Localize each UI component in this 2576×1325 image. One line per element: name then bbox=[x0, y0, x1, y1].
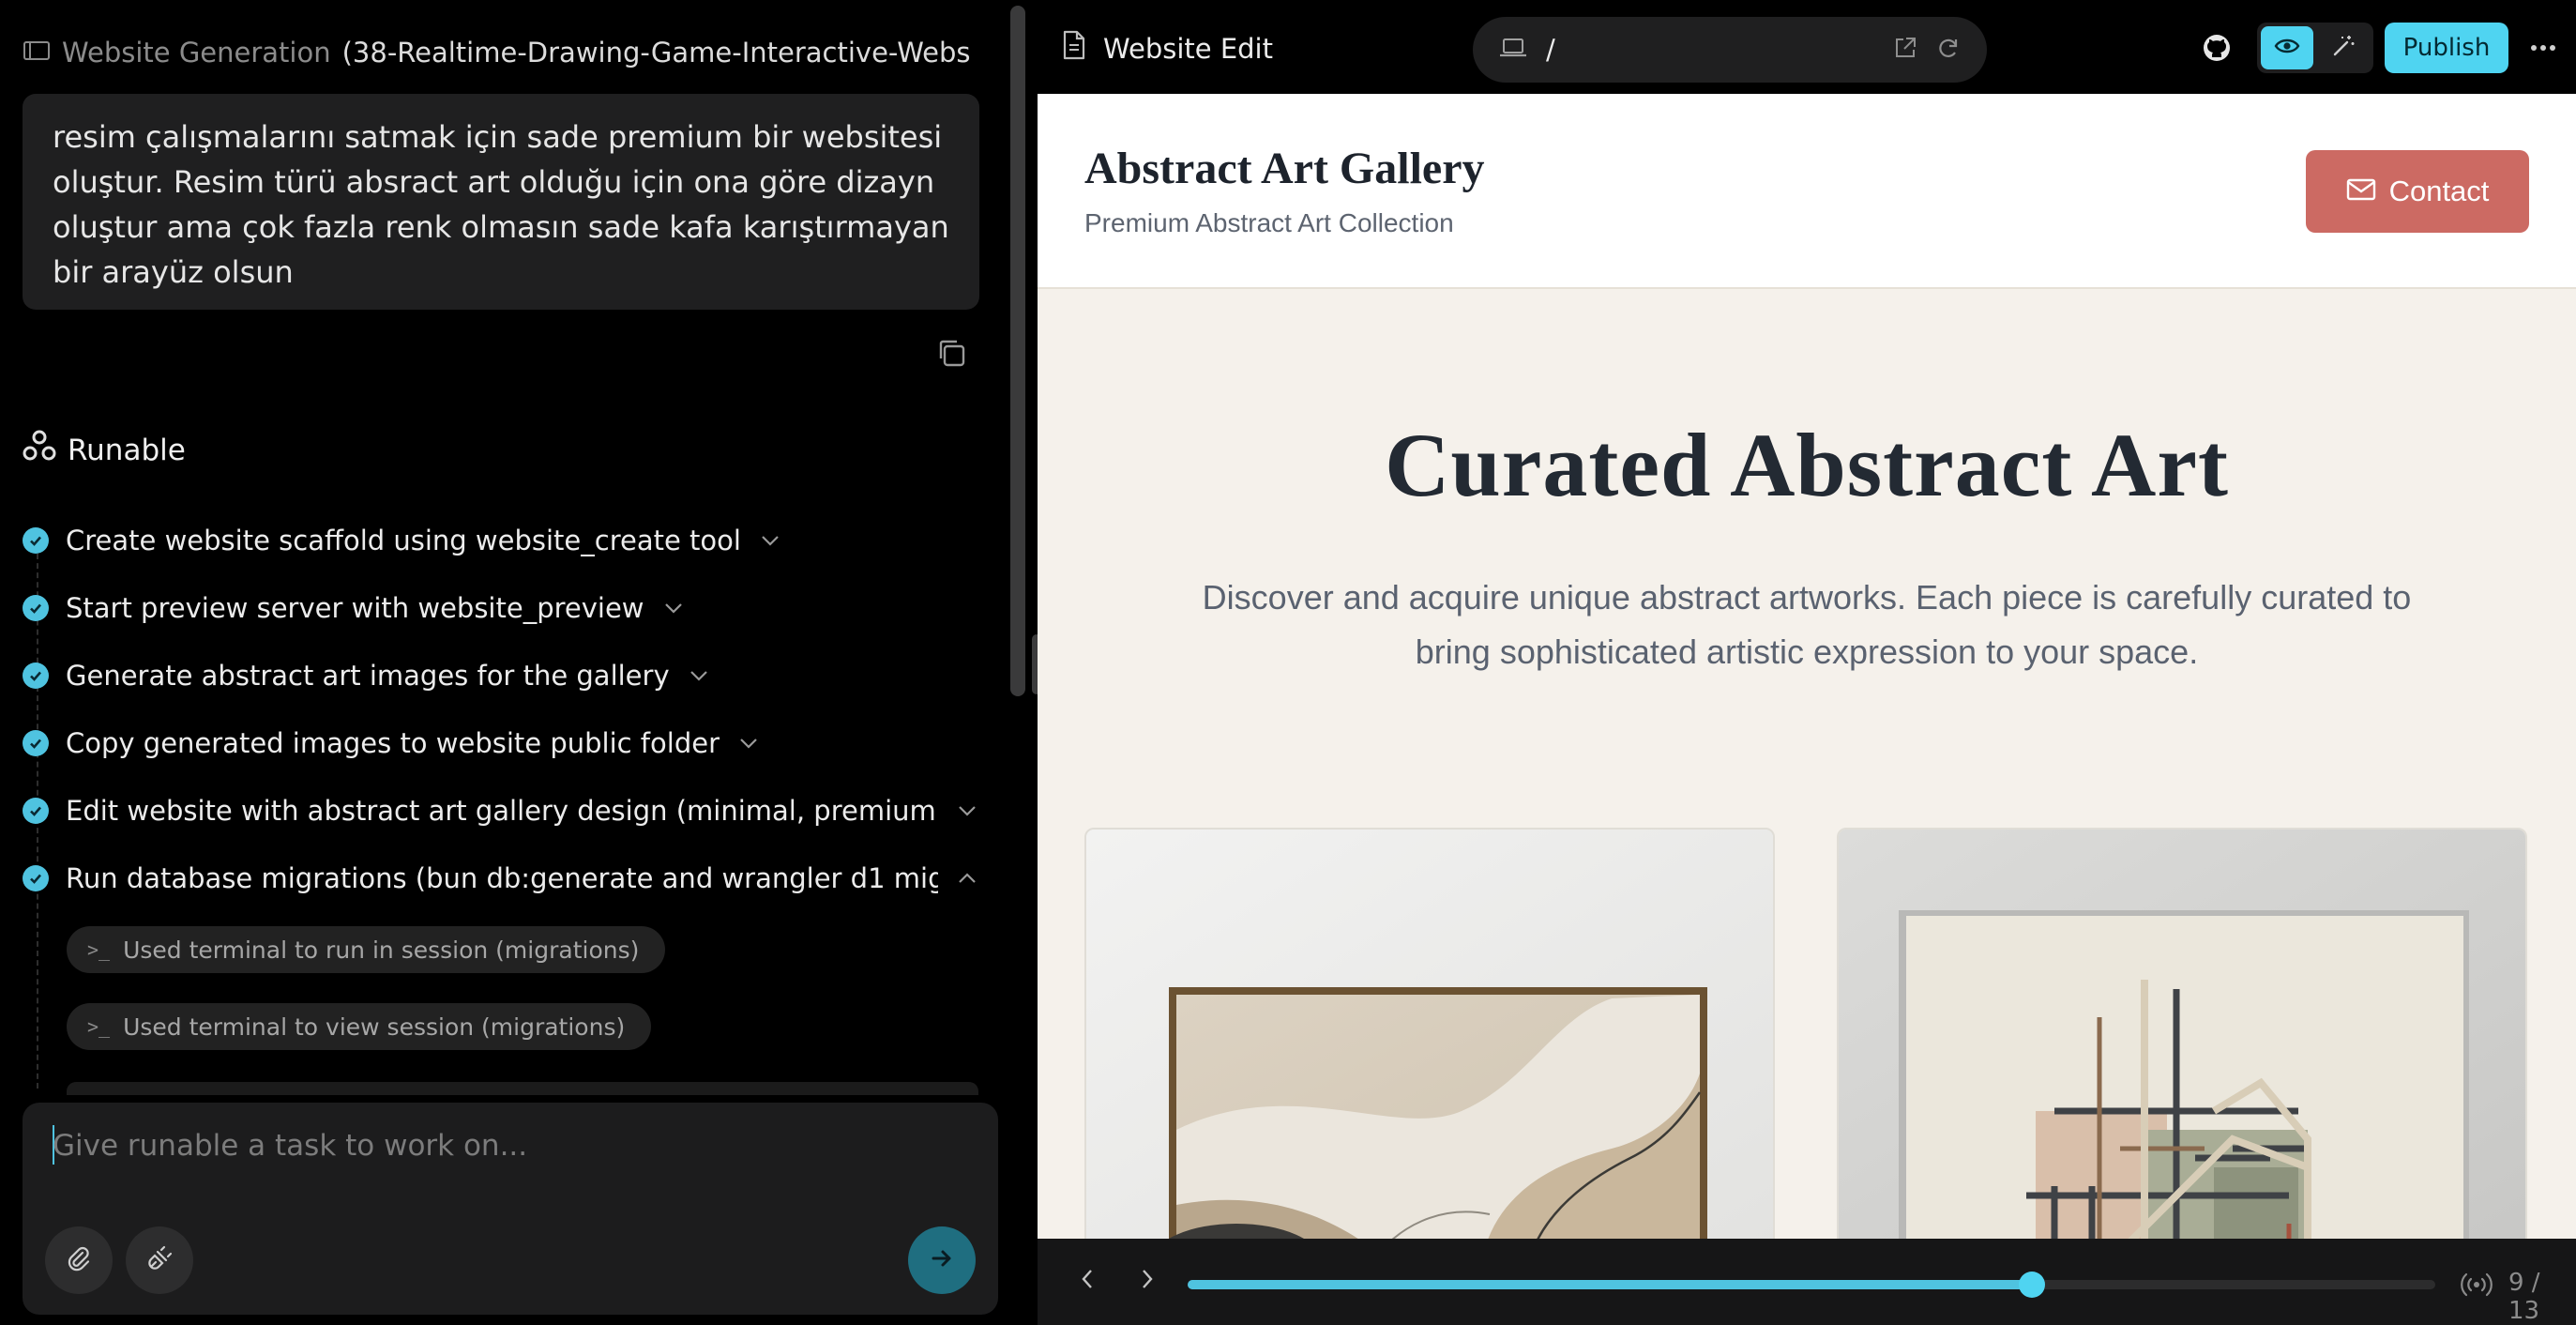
chevron-down-icon[interactable] bbox=[736, 731, 761, 755]
task-label: Create website scaffold using website_cr… bbox=[66, 525, 741, 556]
view-mode-toggle bbox=[2257, 23, 2373, 73]
editor-title-label: Website Edit bbox=[1103, 32, 1273, 65]
session-type-label: Website Generation bbox=[62, 37, 331, 69]
live-broadcast-icon[interactable] bbox=[2460, 1269, 2493, 1301]
laptop-icon[interactable] bbox=[1499, 38, 1527, 62]
playback-progress[interactable] bbox=[1188, 1272, 2435, 1298]
site-title[interactable]: Abstract Art Gallery bbox=[1084, 143, 1485, 194]
tool-call-pill[interactable]: >_ Used terminal to view session (migrat… bbox=[67, 1003, 652, 1050]
composer-placeholder[interactable]: Give runable a task to work on... bbox=[53, 1129, 527, 1163]
tool-call-pill-partial bbox=[67, 1082, 978, 1095]
chevron-down-icon[interactable] bbox=[687, 663, 711, 688]
task-label: Run database migrations (bun db:generate… bbox=[66, 862, 938, 894]
user-message: resim çalışmalarını satmak için sade pre… bbox=[23, 94, 979, 310]
artwork-card[interactable] bbox=[1837, 828, 2527, 1239]
tool-call-label: Used terminal to run in session (migrati… bbox=[123, 936, 640, 964]
url-bar[interactable]: / bbox=[1473, 17, 1987, 83]
artwork-image bbox=[1086, 830, 1773, 1239]
step-counter: 9 / 13 bbox=[2508, 1269, 2540, 1325]
contact-button-label: Contact bbox=[2388, 175, 2490, 207]
task-label: Copy generated images to website public … bbox=[66, 727, 720, 759]
task-item[interactable]: Start preview server with website_previe… bbox=[23, 587, 686, 629]
copy-icon[interactable] bbox=[934, 336, 968, 370]
site-subtitle: Premium Abstract Art Collection bbox=[1084, 208, 1454, 237]
task-label: Edit website with abstract art gallery d… bbox=[66, 795, 938, 827]
previous-step-button[interactable] bbox=[1073, 1267, 1101, 1295]
chevron-up-icon[interactable] bbox=[955, 866, 979, 891]
task-item[interactable]: Run database migrations (bun db:generate… bbox=[23, 858, 979, 899]
website-preview: Abstract Art Gallery Premium Abstract Ar… bbox=[1038, 94, 2576, 1239]
external-link-icon[interactable] bbox=[1893, 36, 1917, 64]
paperclip-icon bbox=[65, 1244, 93, 1276]
integrations-button[interactable] bbox=[126, 1226, 193, 1294]
preview-mode-button[interactable] bbox=[2261, 26, 2313, 69]
playback-progress-fill bbox=[1188, 1280, 2033, 1289]
tool-call-pill[interactable]: >_ Used terminal to run in session (migr… bbox=[67, 926, 666, 973]
chevron-down-icon[interactable] bbox=[758, 528, 782, 553]
document-icon bbox=[1062, 30, 1086, 67]
tool-call-label: Used terminal to view session (migration… bbox=[123, 1013, 626, 1041]
chevron-left-icon bbox=[1081, 1269, 1094, 1293]
project-name: (38-Realtime-Drawing-Game-Interactive-We… bbox=[341, 37, 970, 69]
check-circle-icon bbox=[23, 527, 49, 554]
check-circle-icon bbox=[23, 662, 49, 689]
eye-icon bbox=[2274, 37, 2300, 59]
check-circle-icon bbox=[23, 730, 49, 756]
url-bar-actions bbox=[1893, 36, 1961, 64]
task-label: Generate abstract art images for the gal… bbox=[66, 660, 670, 692]
artwork-card[interactable] bbox=[1084, 828, 1775, 1239]
editor-title: Website Edit bbox=[1062, 30, 1273, 67]
preview-toolbar: Website Edit / Publish bbox=[1038, 0, 2576, 94]
terminal-icon: >_ bbox=[87, 1015, 111, 1038]
next-step-button[interactable] bbox=[1133, 1267, 1161, 1295]
runable-logo-icon bbox=[23, 430, 56, 471]
terminal-icon: >_ bbox=[87, 938, 111, 961]
check-circle-icon bbox=[23, 865, 49, 891]
url-path[interactable]: / bbox=[1546, 34, 1555, 66]
task-label: Start preview server with website_previe… bbox=[66, 592, 644, 624]
session-header: Website Generation (38-Realtime-Drawing-… bbox=[23, 36, 970, 69]
task-item[interactable]: Generate abstract art images for the gal… bbox=[23, 655, 711, 696]
hero-description: Discover and acquire unique abstract art… bbox=[1202, 578, 2412, 671]
task-composer[interactable]: Give runable a task to work on... bbox=[23, 1103, 998, 1315]
task-item[interactable]: Copy generated images to website public … bbox=[23, 723, 761, 764]
more-options-icon[interactable] bbox=[2529, 34, 2557, 62]
github-icon[interactable] bbox=[2201, 32, 2233, 64]
refresh-icon[interactable] bbox=[1936, 36, 1961, 64]
attach-button[interactable] bbox=[45, 1226, 113, 1294]
magic-wand-icon bbox=[2331, 34, 2356, 62]
chevron-down-icon[interactable] bbox=[955, 799, 979, 823]
check-circle-icon bbox=[23, 798, 49, 824]
chat-scrollbar[interactable] bbox=[1010, 6, 1025, 696]
preview-panel: Website Edit / Publish Abstract Art Gall… bbox=[1038, 0, 2576, 1325]
artwork-image bbox=[1839, 830, 2525, 1239]
chevron-down-icon[interactable] bbox=[661, 596, 686, 620]
agent-heading: Runable bbox=[23, 430, 186, 471]
contact-button[interactable]: Contact bbox=[2306, 150, 2529, 233]
arrow-right-icon bbox=[929, 1245, 955, 1275]
plug-icon bbox=[145, 1244, 174, 1276]
website-icon bbox=[23, 37, 51, 69]
task-item[interactable]: Edit website with abstract art gallery d… bbox=[23, 790, 979, 831]
task-item[interactable]: Create website scaffold using website_cr… bbox=[23, 520, 782, 561]
chevron-right-icon bbox=[1141, 1269, 1154, 1293]
edit-mode-button[interactable] bbox=[2317, 26, 2370, 69]
publish-button[interactable]: Publish bbox=[2385, 23, 2508, 73]
agent-name: Runable bbox=[68, 434, 186, 467]
send-button[interactable] bbox=[908, 1226, 976, 1294]
chat-panel: Website Generation (38-Realtime-Drawing-… bbox=[0, 0, 1032, 1325]
mail-icon bbox=[2346, 175, 2376, 208]
site-header: Abstract Art Gallery Premium Abstract Ar… bbox=[1038, 94, 2576, 289]
check-circle-icon bbox=[23, 595, 49, 621]
hero-title: Curated Abstract Art bbox=[1385, 415, 2229, 515]
